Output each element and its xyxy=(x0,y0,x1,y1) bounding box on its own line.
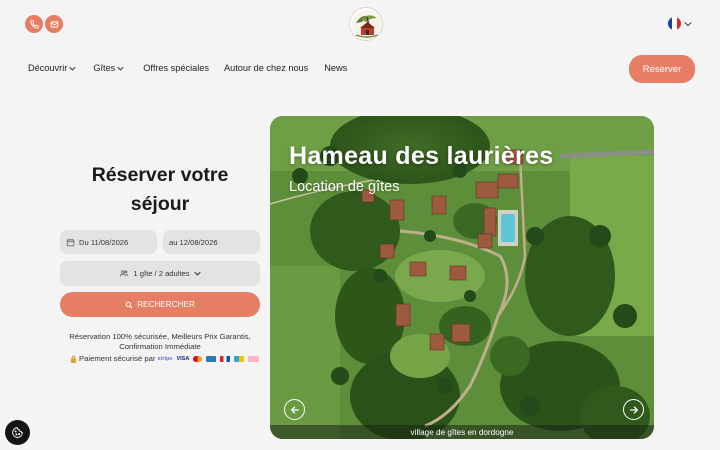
lock-icon xyxy=(70,355,77,363)
booking-title-line1: Réserver votre xyxy=(91,164,229,186)
date-to-value: au 12/08/2026 xyxy=(169,237,218,247)
calendar-icon xyxy=(66,238,75,246)
guests-value: 1 gîte / 2 adultes xyxy=(133,269,190,278)
date-from-field[interactable]: Du 11/08/2026 xyxy=(60,230,157,254)
nav-item-label: Découvrir xyxy=(28,63,68,73)
nav-item-gites[interactable]: Gîtes xyxy=(93,63,124,73)
search-icon xyxy=(125,301,133,308)
mail-button[interactable] xyxy=(45,15,63,33)
cheque-vacances-icon xyxy=(234,355,245,362)
book-button[interactable]: Réserver xyxy=(629,55,695,83)
hero-subtitle: Location de gîtes xyxy=(289,179,400,195)
booking-title: Réserver votre séjour xyxy=(60,161,260,219)
chevron-down-icon xyxy=(69,66,76,71)
nav-item-news[interactable]: News xyxy=(324,63,347,73)
date-to-field[interactable]: au 12/08/2026 xyxy=(163,230,260,254)
image-caption: village de gîtes en dordogne xyxy=(270,425,654,439)
arrow-right-icon xyxy=(629,405,638,414)
secure-note-line1: Réservation 100% sécurisée, Meilleurs Pr… xyxy=(69,332,251,341)
mail-icon xyxy=(50,20,58,28)
search-button[interactable]: RECHERCHER xyxy=(60,292,260,317)
cookie-icon xyxy=(12,427,23,438)
site-logo[interactable] xyxy=(349,7,383,41)
klarna-icon xyxy=(248,355,260,362)
chevron-down-icon xyxy=(117,66,124,71)
main-navigation: Découvrir Gîtes Offres spéciales Autour … xyxy=(28,63,347,73)
search-button-label: RECHERCHER xyxy=(137,300,195,309)
arrow-left-icon xyxy=(290,405,299,414)
mastercard-icon xyxy=(193,355,203,362)
secure-note-line2: Confirmation Immédiate xyxy=(119,342,201,351)
chevron-down-icon xyxy=(193,271,201,276)
hero-carousel: Hameau des laurières Location de gîtes v… xyxy=(270,116,654,439)
booking-title-line2: séjour xyxy=(130,193,190,215)
payment-methods: Paiement sécurisé par stripe VISA xyxy=(70,354,260,363)
french-flag-icon xyxy=(668,17,681,30)
nav-item-label: Autour de chez nous xyxy=(223,63,309,73)
secure-booking-note: Réservation 100% sécurisée, Meilleurs Pr… xyxy=(60,332,260,352)
carousel-next-button[interactable] xyxy=(623,399,644,420)
stripe-logo: stripe xyxy=(157,355,173,362)
nav-item-autour[interactable]: Autour de chez nous xyxy=(224,63,308,73)
ancv-icon xyxy=(220,355,231,362)
date-from-value: Du 11/08/2026 xyxy=(79,237,129,247)
nav-item-label: Gîtes xyxy=(93,63,116,73)
hero-title: Hameau des laurières xyxy=(289,142,554,170)
amex-icon xyxy=(206,355,217,362)
nav-item-offres-speciales[interactable]: Offres spéciales xyxy=(143,63,209,73)
cookie-settings-button[interactable] xyxy=(5,420,30,445)
hamlet-logo-icon xyxy=(352,10,382,40)
visa-logo: VISA xyxy=(176,355,190,362)
phone-icon xyxy=(29,19,39,29)
payment-label: Paiement sécurisé par xyxy=(79,354,156,363)
nav-item-label: News xyxy=(324,63,348,73)
nav-item-label: Offres spéciales xyxy=(143,63,209,73)
language-selector[interactable] xyxy=(668,17,692,30)
chevron-down-icon xyxy=(684,21,692,26)
users-icon xyxy=(120,270,129,277)
phone-button[interactable] xyxy=(25,15,43,33)
guests-selector[interactable]: 1 gîte / 2 adultes xyxy=(60,261,260,286)
nav-item-decouvrir[interactable]: Découvrir xyxy=(28,63,76,73)
carousel-prev-button[interactable] xyxy=(284,399,305,420)
